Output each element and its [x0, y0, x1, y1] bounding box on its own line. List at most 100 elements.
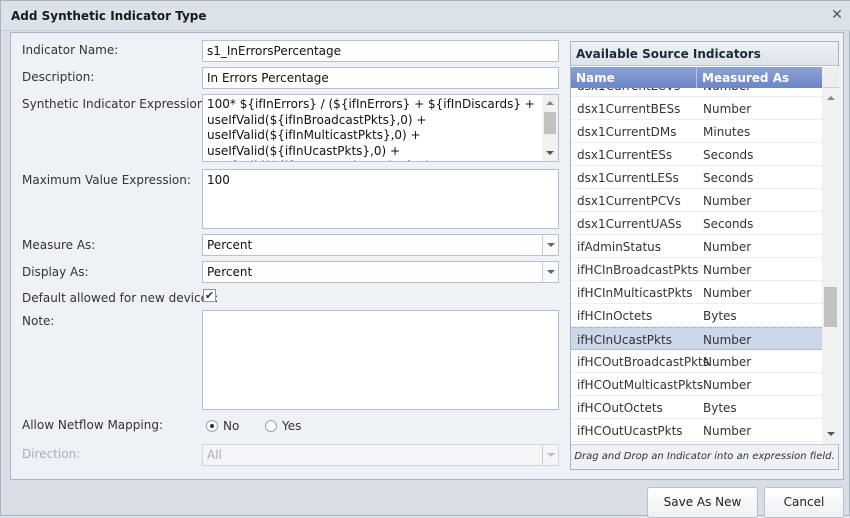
default-allowed-label: Default allowed for new devices:: [22, 291, 219, 305]
indicator-name: ifHCInBroadcastPkts: [577, 263, 699, 277]
default-allowed-checkbox[interactable]: ✔: [203, 289, 216, 302]
indicator-row[interactable]: dsx1CurrentUASs Seconds: [571, 212, 822, 235]
expression-line: useIfValid(${ifInBroadcastPkts},0) +: [207, 112, 427, 127]
indicator-measured-as: Seconds: [703, 171, 754, 185]
expression-line: useIfValid(${ifHCInBroadcastPkts},0) +: [207, 159, 554, 161]
dialog-titlebar[interactable]: Add Synthetic Indicator Type ✕: [1, 1, 850, 31]
netflow-yes-radio[interactable]: [265, 420, 277, 432]
indicator-row[interactable]: ifHCOutUcastPkts Number: [571, 419, 822, 442]
source-indicators-grid: dsx1CurrentLCVs Number dsx1CurrentBESs Numb…: [571, 88, 822, 444]
indicator-row[interactable]: ifAdminStatus Number: [571, 235, 822, 258]
indicator-measured-as: Number: [703, 263, 752, 277]
indicator-name: ifHCOutMulticastPkts: [577, 378, 704, 392]
indicator-name: dsx1CurrentUASs: [577, 217, 682, 231]
indicator-measured-as: Number: [703, 378, 752, 392]
display-as-label: Display As:: [22, 265, 89, 279]
indicator-row[interactable]: dsx1CurrentLESs Seconds: [571, 166, 822, 189]
indicator-name: ifHCInMulticastPkts: [577, 286, 693, 300]
indicator-row[interactable]: ifHCOutMulticastPkts Number: [571, 373, 822, 396]
source-panel-title: Available Source Indicators: [571, 42, 838, 66]
source-panel-hint: Drag and Drop an Indicator into an expre…: [571, 444, 838, 469]
column-header-measured-as[interactable]: Measured As: [702, 71, 789, 85]
indicator-measured-as: Number: [703, 194, 752, 208]
note-label: Note:: [22, 314, 55, 328]
measure-as-label: Measure As:: [22, 238, 96, 252]
indicator-row[interactable]: ifHCOutOctets Bytes: [571, 396, 822, 419]
netflow-label: Allow Netflow Mapping:: [22, 418, 163, 432]
expression-scrollbar[interactable]: [542, 95, 558, 161]
expression-line: useIfValid(${ifInMulticastPkts},0) +: [207, 128, 421, 142]
indicator-row[interactable]: dsx1CurrentLCVs Number: [571, 88, 822, 97]
indicator-name: dsx1CurrentLESs: [577, 171, 679, 185]
direction-label: Direction:: [22, 447, 81, 461]
expression-line: useIfValid(${ifInUcastPkts},0) +: [207, 143, 401, 158]
cancel-button[interactable]: Cancel: [764, 487, 844, 518]
indicator-measured-as: Number: [703, 240, 752, 254]
note-textarea[interactable]: [202, 310, 559, 410]
grid-scrollbar[interactable]: [822, 88, 839, 444]
expression-textarea[interactable]: 100* ${ifInErrors} / (${ifInErrors} + ${…: [202, 94, 559, 162]
indicator-row[interactable]: dsx1CurrentDMs Minutes: [571, 120, 822, 143]
close-icon[interactable]: ✕: [829, 7, 845, 23]
indicator-row[interactable]: dsx1CurrentESs Seconds: [571, 143, 822, 166]
indicator-name: ifAdminStatus: [577, 240, 662, 254]
indicator-name-label: Indicator Name:: [22, 43, 119, 57]
indicator-row[interactable]: ifHCInMulticastPkts Number: [571, 281, 822, 304]
save-as-new-button[interactable]: Save As New: [647, 487, 758, 518]
description-label: Description:: [22, 70, 95, 84]
scroll-thumb[interactable]: [544, 112, 556, 134]
indicator-measured-as: Minutes: [703, 125, 751, 139]
scroll-down-icon[interactable]: [546, 151, 554, 155]
indicator-name: ifHCOutUcastPkts: [577, 424, 683, 438]
indicator-name: ifHCOutOctets: [577, 401, 663, 415]
netflow-no-label[interactable]: No: [223, 419, 239, 433]
expression-line: 100* ${ifInErrors} / (${ifInErrors} + ${…: [207, 97, 535, 111]
direction-select: All: [202, 444, 559, 466]
indicator-name: dsx1CurrentLCVs: [577, 88, 680, 93]
display-as-select[interactable]: Percent: [202, 261, 559, 283]
direction-value: All: [207, 448, 222, 462]
display-as-value: Percent: [207, 265, 253, 279]
netflow-no-radio[interactable]: [206, 420, 218, 432]
chevron-down-icon[interactable]: [542, 235, 558, 255]
indicator-name: dsx1CurrentESs: [577, 148, 673, 162]
measure-as-value: Percent: [207, 238, 253, 252]
scroll-thumb[interactable]: [824, 287, 837, 327]
form-panel: Indicator Name: s1_InErrorsPercentage De…: [10, 32, 844, 480]
description-input[interactable]: In Errors Percentage: [202, 67, 559, 89]
column-header-name[interactable]: Name: [576, 71, 615, 85]
indicator-row[interactable]: dsx1CurrentBESs Number: [571, 97, 822, 120]
indicator-name: ifHCInOctets: [577, 309, 653, 323]
chevron-down-icon[interactable]: [542, 262, 558, 282]
scroll-up-icon[interactable]: [546, 101, 554, 105]
add-synthetic-indicator-dialog: Add Synthetic Indicator Type ✕ Indicator…: [0, 0, 850, 518]
max-value-textarea[interactable]: 100: [202, 169, 559, 229]
indicator-name: dsx1CurrentDMs: [577, 125, 677, 139]
max-value-label: Maximum Value Expression:: [22, 173, 191, 187]
indicator-measured-as: Bytes: [703, 309, 737, 323]
expression-label: Synthetic Indicator Expression:: [22, 97, 209, 111]
scroll-up-icon[interactable]: [827, 96, 835, 100]
indicator-row[interactable]: ifHCInBroadcastPkts Number: [571, 258, 822, 281]
indicator-row[interactable]: dsx1CurrentPCVs Number: [571, 189, 822, 212]
indicator-measured-as: Bytes: [703, 401, 737, 415]
indicator-measured-as: Number: [703, 102, 752, 116]
chevron-down-icon: [542, 445, 558, 465]
measure-as-select[interactable]: Percent: [202, 234, 559, 256]
indicator-measured-as: Number: [703, 333, 752, 347]
indicator-row[interactable]: ifHCOutBroadcastPkts Number: [571, 350, 822, 373]
indicator-row[interactable]: ifHCInOctets Bytes: [571, 304, 822, 327]
netflow-yes-label[interactable]: Yes: [282, 419, 301, 433]
grid-header: Name Measured As: [571, 67, 822, 88]
indicator-name-input[interactable]: s1_InErrorsPercentage: [202, 40, 559, 62]
indicator-name: ifHCInUcastPkts: [577, 333, 672, 347]
indicator-name: dsx1CurrentBESs: [577, 102, 681, 116]
source-indicators-panel: Available Source Indicators Name Measure…: [570, 41, 839, 470]
indicator-measured-as: Seconds: [703, 217, 754, 231]
scroll-down-icon[interactable]: [827, 432, 835, 436]
indicator-measured-as: Number: [703, 286, 752, 300]
indicator-measured-as: Seconds: [703, 148, 754, 162]
indicator-name: ifHCOutBroadcastPkts: [577, 355, 709, 369]
indicator-name: dsx1CurrentPCVs: [577, 194, 681, 208]
indicator-row[interactable]: ifHCInUcastPkts Number: [571, 327, 822, 350]
